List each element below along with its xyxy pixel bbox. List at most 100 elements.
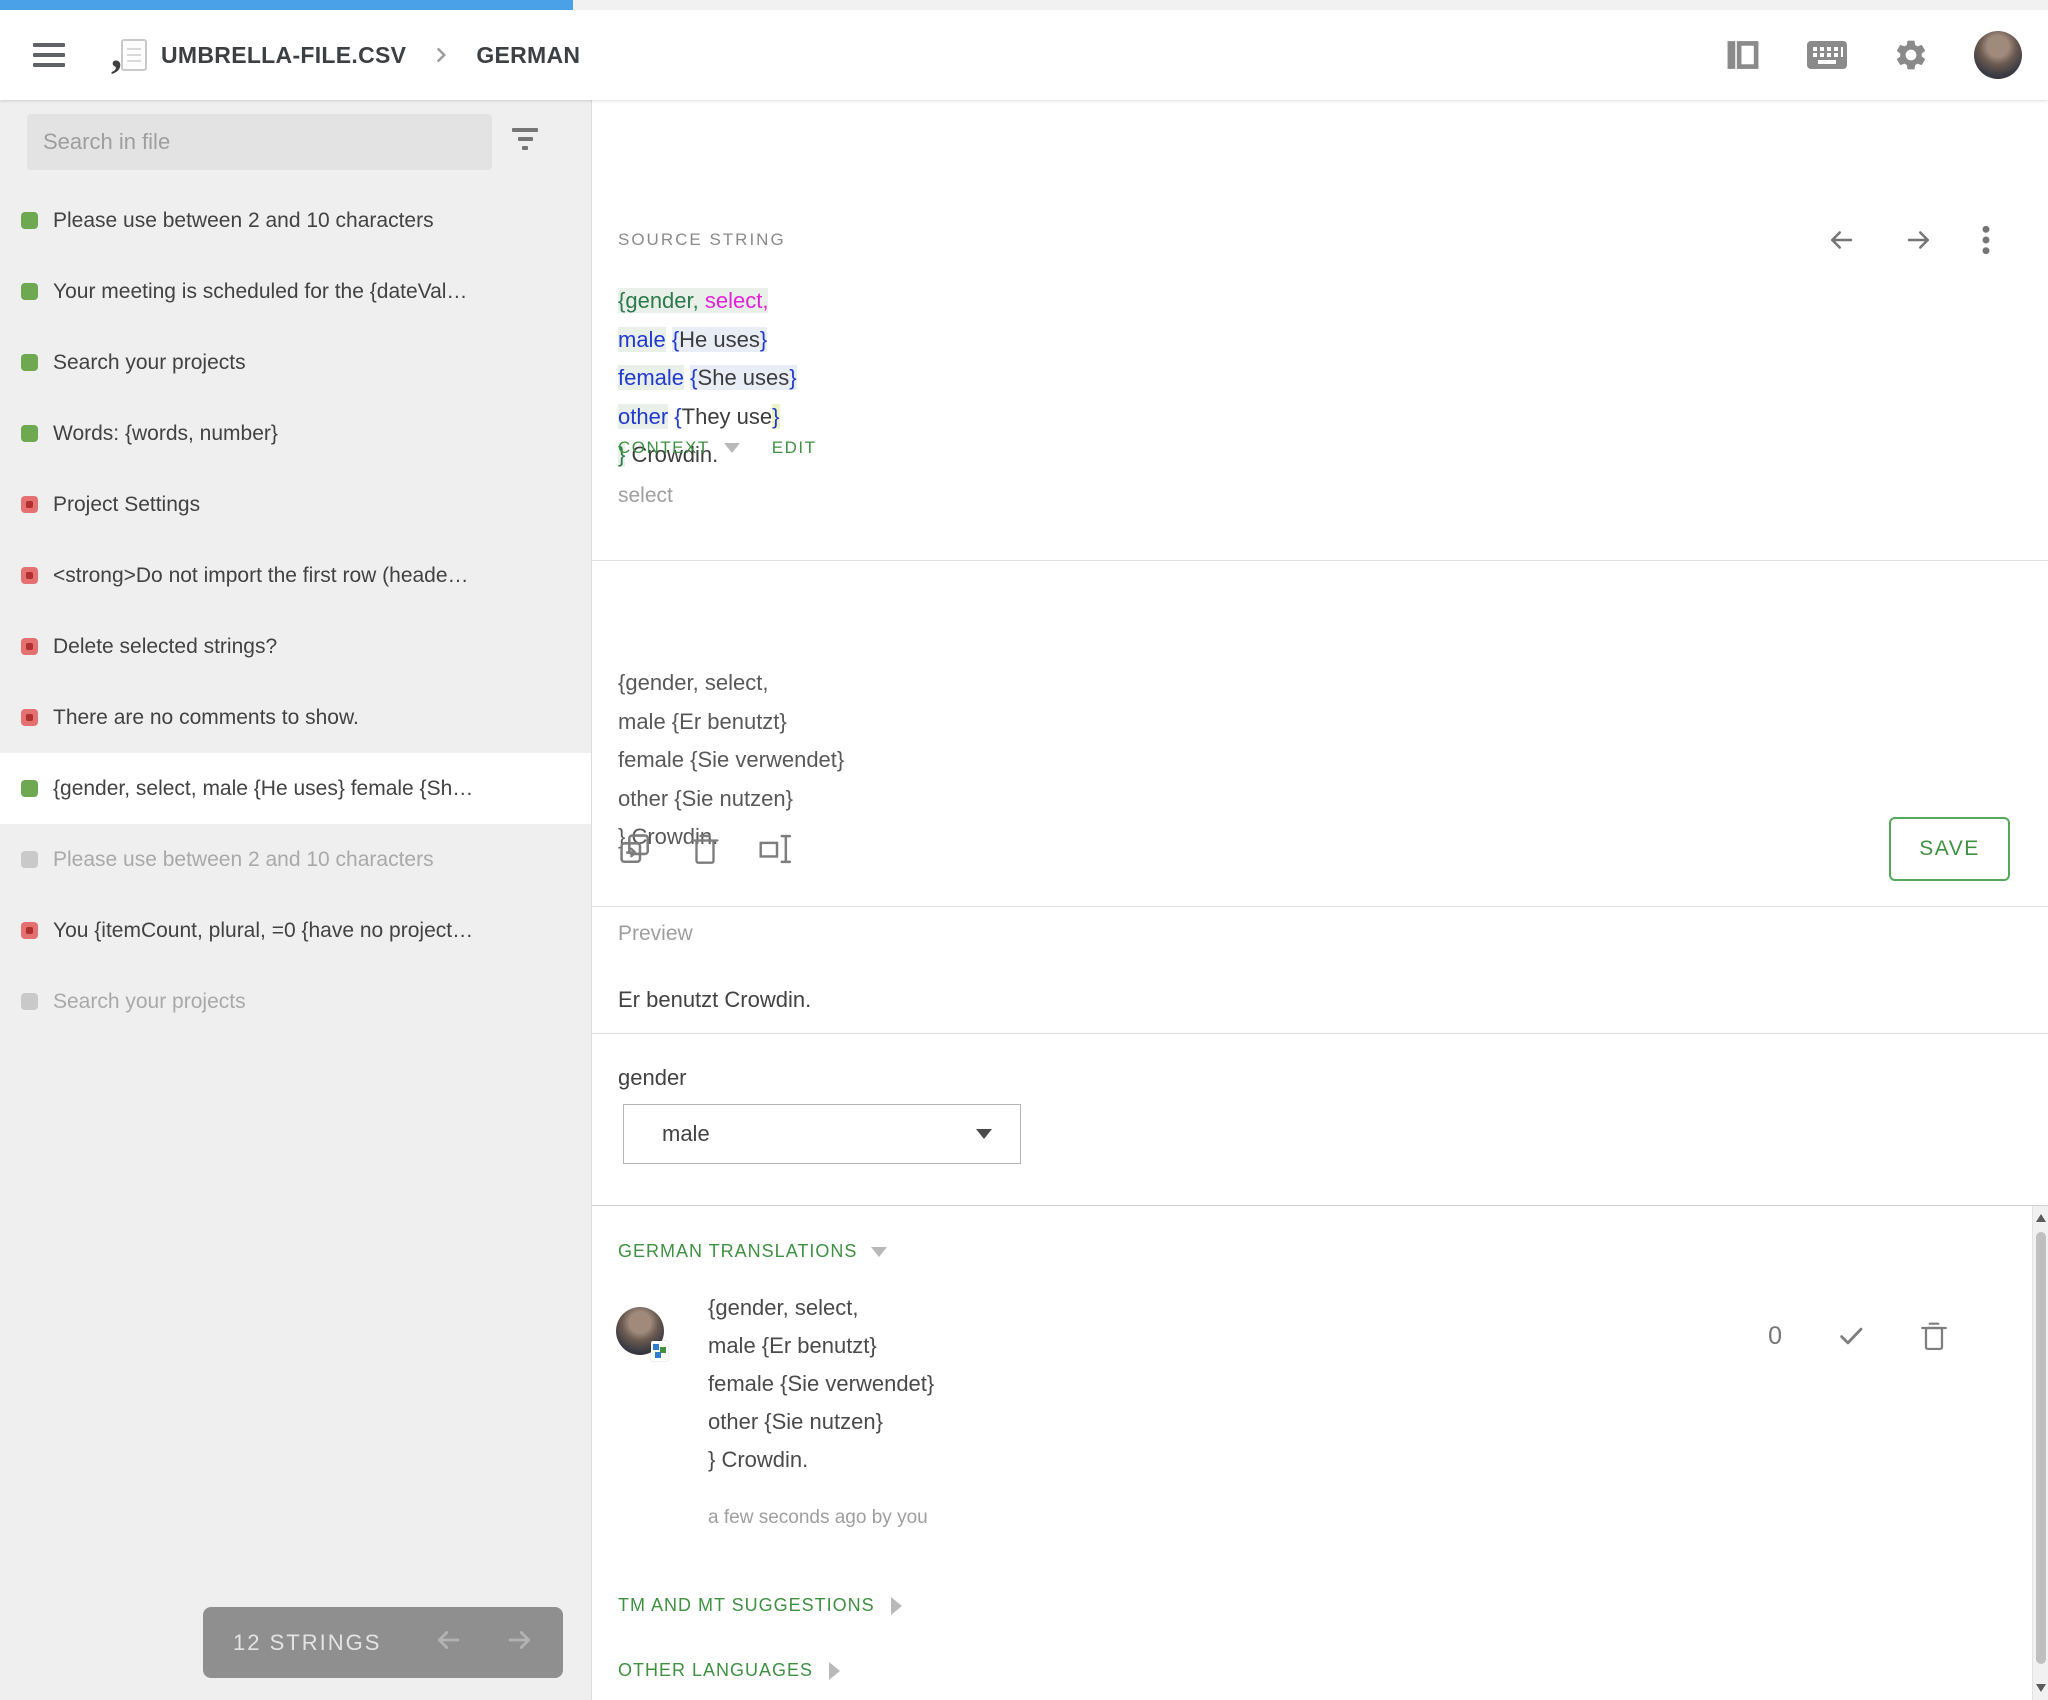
scroll-up-icon[interactable] [2036,1214,2046,1222]
string-list-item[interactable]: Please use between 2 and 10 characters [0,824,591,895]
string-list-item[interactable]: <strong>Do not import the first row (hea… [0,540,591,611]
save-button[interactable]: SAVE [1889,817,2010,881]
divider [592,1033,2048,1034]
approve-translation-icon[interactable] [1834,1321,1868,1351]
string-label: <strong>Do not import the first row (hea… [53,563,469,587]
string-status-icon [21,354,38,371]
keyboard-shortcuts-icon[interactable] [1806,37,1848,73]
source-line: other {They use} [618,403,780,429]
scrollbar-thumb[interactable] [2036,1232,2046,1664]
top-app-bar: , UMBRELLA-FILE.CSV GERMAN [0,10,2048,100]
tm-suggestions-toggle[interactable]: TM AND MT SUGGESTIONS [618,1595,902,1616]
tm-expand-icon [890,1596,902,1615]
context-dropdown-icon[interactable] [723,443,740,453]
other-languages-toggle[interactable]: OTHER LANGUAGES [618,1660,841,1681]
strings-sidebar: Search in file Please use between 2 and … [0,100,592,1700]
crowdin-editor: , UMBRELLA-FILE.CSV GERMAN Search in fil… [0,0,2048,1700]
string-label: Words: {words, number} [53,421,278,445]
translator-badge-icon [651,1341,668,1361]
strings-count-label: 12 STRINGS [233,1629,382,1655]
string-label: You {itemCount, plural, =0 {have no proj… [53,918,474,942]
string-status-icon [21,922,38,939]
gender-param-label: gender [618,1065,687,1090]
string-label: Search your projects [53,989,246,1013]
source-line: male {He uses} [618,326,768,352]
context-toggle[interactable]: CONTEXT [618,438,710,458]
gender-select-value: male [662,1121,710,1146]
translation-rating: 0 [1768,1321,1782,1350]
strings-counter-pill: 12 STRINGS [203,1607,563,1678]
string-status-icon [21,212,38,229]
string-list-item[interactable]: Words: {words, number} [0,398,591,469]
string-status-icon [21,425,38,442]
translations-collapse-icon[interactable] [871,1246,888,1257]
gender-select[interactable]: male [623,1104,1021,1164]
prev-page-icon[interactable] [431,1625,465,1660]
string-label: {gender, select, male {He uses} female {… [53,776,474,800]
source-line: female {She uses} [618,365,797,390]
string-label: Please use between 2 and 10 characters [53,847,434,871]
divider [592,906,2048,907]
user-avatar[interactable] [1974,31,2022,79]
string-label: Please use between 2 and 10 characters [53,208,434,232]
string-status-icon [21,283,38,300]
string-list: Please use between 2 and 10 characters Yo… [0,100,591,1700]
string-label: There are no comments to show. [53,705,359,729]
string-list-item[interactable]: {gender, select, male {He uses} female {… [0,753,591,824]
delete-translation-icon[interactable] [1920,1320,1948,1352]
preview-label: Preview [618,922,693,945]
menu-icon[interactable] [33,43,65,67]
string-status-icon [21,780,38,797]
copy-source-icon[interactable] [618,832,652,866]
other-languages-expand-icon [829,1661,841,1680]
more-options-icon[interactable] [1980,224,1992,256]
string-label: Delete selected strings? [53,634,278,658]
breadcrumb-language[interactable]: GERMAN [476,42,580,69]
string-list-item[interactable]: Please use between 2 and 10 characters [0,185,591,256]
source-line: {gender, select, [618,288,769,313]
side-by-side-view-icon[interactable] [1722,37,1764,73]
body: Search in file Please use between 2 and … [0,100,2048,1700]
source-string-header: SOURCE STRING [618,230,786,249]
string-list-item[interactable]: Delete selected strings? [0,611,591,682]
string-list-item[interactable]: Your meeting is scheduled for the {dateV… [0,256,591,327]
scrollbar[interactable] [2032,1206,2048,1700]
breadcrumb-file-name[interactable]: UMBRELLA-FILE.CSV [161,42,406,69]
string-status-icon [21,993,38,1010]
settings-gear-icon[interactable] [1890,37,1932,73]
clear-translation-icon[interactable] [690,832,720,866]
translation-entry-meta: a few seconds ago by you [708,1507,928,1528]
editor-panel: SOURCE STRING {gender, select, male {He u… [592,100,2048,1700]
string-status-icon [21,709,38,726]
string-status-icon [21,638,38,655]
string-list-item[interactable]: Project Settings [0,469,591,540]
translation-progress-fill [0,0,574,10]
breadcrumb-chevron-icon [428,42,454,68]
next-page-icon[interactable] [503,1625,537,1660]
preview-text: Er benutzt Crowdin. [618,987,812,1012]
previous-string-icon[interactable] [1824,225,1858,255]
tm-suggestions-label: TM AND MT SUGGESTIONS [618,1595,875,1615]
string-status-icon [21,496,38,513]
select-dropdown-icon [976,1129,992,1139]
string-label: Your meeting is scheduled for the {dateV… [53,279,468,303]
select-text-icon[interactable] [758,832,796,866]
german-translations-header[interactable]: GERMAN TRANSLATIONS [618,1241,857,1262]
string-label: Search your projects [53,350,246,374]
string-list-item[interactable]: Search your projects [0,327,591,398]
translation-progress-bar [0,0,2048,10]
string-list-item[interactable]: You {itemCount, plural, =0 {have no proj… [0,895,591,966]
context-edit-button[interactable]: EDIT [772,438,817,458]
string-status-icon [21,851,38,868]
next-string-icon[interactable] [1902,225,1936,255]
panel-divider [592,1205,2048,1206]
divider [592,560,2048,561]
string-status-icon [21,567,38,584]
translation-entry-text: {gender, select, male {Er benutzt} femal… [708,1295,935,1472]
scroll-down-icon[interactable] [2036,1684,2046,1692]
string-list-item[interactable]: There are no comments to show. [0,682,591,753]
string-list-item[interactable]: Search your projects [0,966,591,1037]
context-value: select [618,484,673,507]
topbar-actions [1722,31,2022,79]
other-languages-label: OTHER LANGUAGES [618,1660,814,1680]
